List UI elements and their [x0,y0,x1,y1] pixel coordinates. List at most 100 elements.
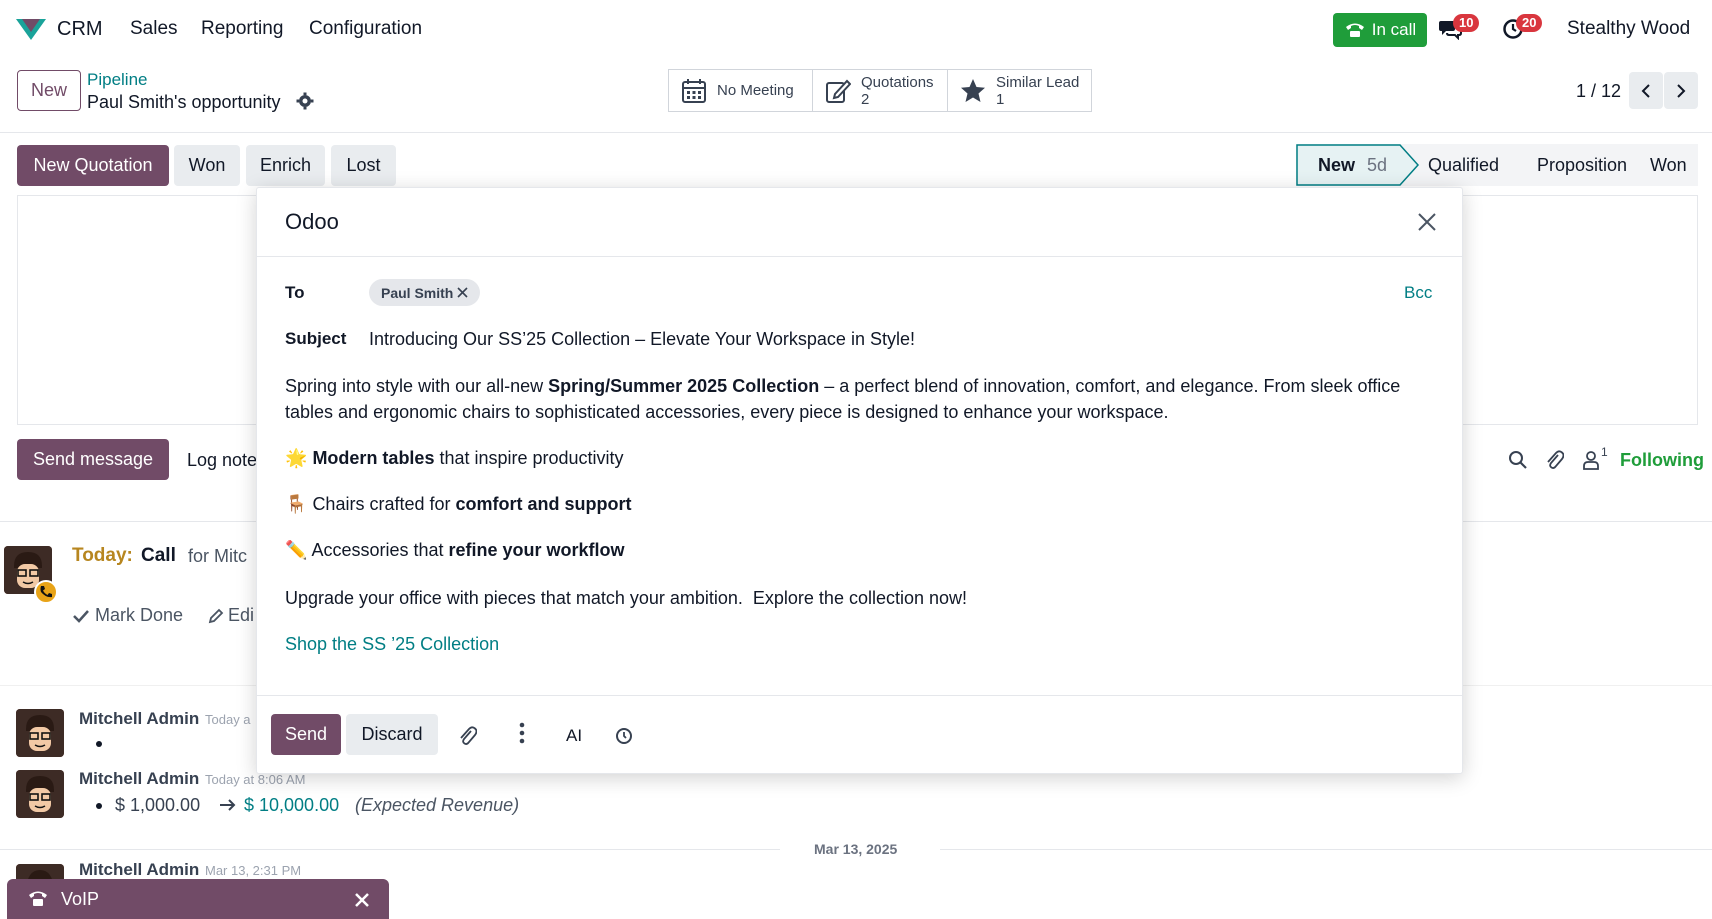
stage-proposition[interactable]: Proposition [1537,144,1627,186]
mark-done-label: Mark Done [95,605,184,625]
message-author[interactable]: Mitchell Admin [79,769,199,789]
quotations-label: Quotations [861,73,934,91]
arrow-right-icon [218,795,238,815]
similar-lead-smart-button[interactable]: Similar Lead 1 [947,69,1092,112]
close-icon[interactable] [354,892,370,908]
quotations-smart-button[interactable]: Quotations 2 [812,69,948,112]
log-note-button[interactable]: Log note [187,450,257,471]
app-name[interactable]: CRM [57,18,103,41]
shop-collection-link[interactable]: Shop the SS ’25 Collection [285,634,499,655]
menu-reporting[interactable]: Reporting [201,18,283,40]
new-quotation-button[interactable]: New Quotation [17,145,169,186]
ai-button[interactable]: AI [566,726,582,746]
menu-sales[interactable]: Sales [130,18,178,40]
body-bold-text: comfort and support [455,494,632,514]
date-separator-line [940,849,1712,850]
phone-icon [1344,21,1366,39]
voip-label: VoIP [61,889,100,909]
activity-when: Today: [72,545,133,566]
activity-type: Call [141,545,176,566]
voip-softphone-bar[interactable]: VoIP [7,879,389,919]
sparkle-icon: 🌟 [285,448,308,468]
mark-done-button[interactable]: Mark Done [73,605,183,626]
pager-next-button[interactable] [1664,72,1698,109]
won-button[interactable]: Won [174,145,240,186]
phone-activity-icon [34,580,58,604]
pager-value[interactable]: 1 / 12 [1576,81,1621,102]
pager-previous-button[interactable] [1629,72,1663,109]
stage-new[interactable] [1296,144,1420,186]
activities-count-badge: 20 [1516,14,1543,32]
date-separator-line [0,849,780,850]
recipient-tag[interactable]: Paul Smith [369,279,481,306]
close-icon[interactable] [1417,212,1437,232]
pencil-icon [208,608,224,624]
messages-count-badge: 10 [1453,14,1480,32]
subject-label: Subject [285,329,347,348]
similar-lead-count: 1 [996,90,1005,108]
email-body-editor[interactable]: Spring into style with our all-new Sprin… [285,368,1435,678]
schedule-clock-icon[interactable] [615,727,633,745]
lost-button[interactable]: Lost [331,145,396,186]
paperclip-icon[interactable] [1544,449,1564,471]
body-text: that inspire productivity [434,448,624,468]
edit-activity-button[interactable]: Edi [208,605,254,626]
more-options-icon[interactable] [519,721,525,745]
subject-input[interactable]: Introducing Our SS’25 Collection – Eleva… [369,329,1429,350]
gear-icon[interactable] [296,92,314,110]
user-menu[interactable]: Stealthy Wood [1567,18,1690,40]
body-text: Accessories that [311,540,449,560]
quotations-count: 2 [861,90,870,108]
in-call-label: In call [1371,20,1417,39]
stage-won[interactable]: Won [1650,144,1687,186]
followers-user-icon[interactable] [1582,450,1600,470]
enrich-button[interactable]: Enrich [246,145,325,186]
recipient-name: Paul Smith [381,284,454,301]
discard-button[interactable]: Discard [346,714,438,755]
chevron-left-icon [1640,83,1652,99]
activity-summary: for Mitc [188,546,248,566]
message-author[interactable]: Mitchell Admin [79,709,199,729]
tracked-field-name: (Expected Revenue) [355,795,520,815]
stage-new-label: New [1318,154,1356,175]
avatar [16,770,64,818]
similar-lead-label: Similar Lead [996,73,1080,91]
search-icon[interactable] [1508,450,1528,470]
followers-count: 1 [1601,445,1608,459]
message-time: Today a [205,712,251,727]
body-list-item: ✏️ Accessories that refine your workflow [285,540,625,561]
dialog-title: Odoo [285,209,339,234]
body-paragraph: Spring into style with our all-new Sprin… [285,376,1400,397]
remove-recipient-icon[interactable] [457,287,468,298]
bcc-link[interactable]: Bcc [1404,283,1432,303]
edit-document-icon [825,78,851,104]
body-list-item: 🌟 Modern tables that inspire productivit… [285,448,624,469]
breadcrumb-pipeline[interactable]: Pipeline [87,70,148,90]
crm-logo-icon[interactable] [14,16,48,42]
in-call-button[interactable]: In call [1333,13,1427,47]
message-author[interactable]: Mitchell Admin [79,860,199,880]
body-paragraph-line2: tables and ergonomic chairs to sophistic… [285,402,1169,422]
new-record-button[interactable]: New [17,70,81,111]
following-button[interactable]: Following [1620,450,1704,471]
body-text: Chairs crafted for [312,494,456,514]
check-icon [73,609,89,623]
email-composer-dialog: Odoo To Paul Smith Bcc Subject Introduci… [256,187,1463,774]
top-navbar: CRM Sales Reporting Configuration In cal… [0,0,1712,60]
send-button[interactable]: Send [271,714,341,755]
stage-qualified[interactable]: Qualified [1428,144,1499,186]
body-text: Spring into style with our all-new [285,376,549,396]
body-list-item: 🪑 Chairs crafted for comfort and support [285,494,632,515]
new-value: $ 10,000.00 [244,795,340,815]
send-message-button[interactable]: Send message [17,439,169,480]
calendar-icon [681,78,707,104]
pencil-icon: ✏️ [285,540,308,560]
date-separator: Mar 13, 2025 [814,841,898,857]
attachment-icon[interactable] [457,725,477,747]
avatar [16,709,64,757]
message-bullet [96,741,102,747]
edit-label: Edi [228,605,255,625]
meeting-smart-button[interactable]: No Meeting [668,69,813,112]
record-title: Paul Smith's opportunity [87,92,281,112]
menu-configuration[interactable]: Configuration [309,18,422,40]
